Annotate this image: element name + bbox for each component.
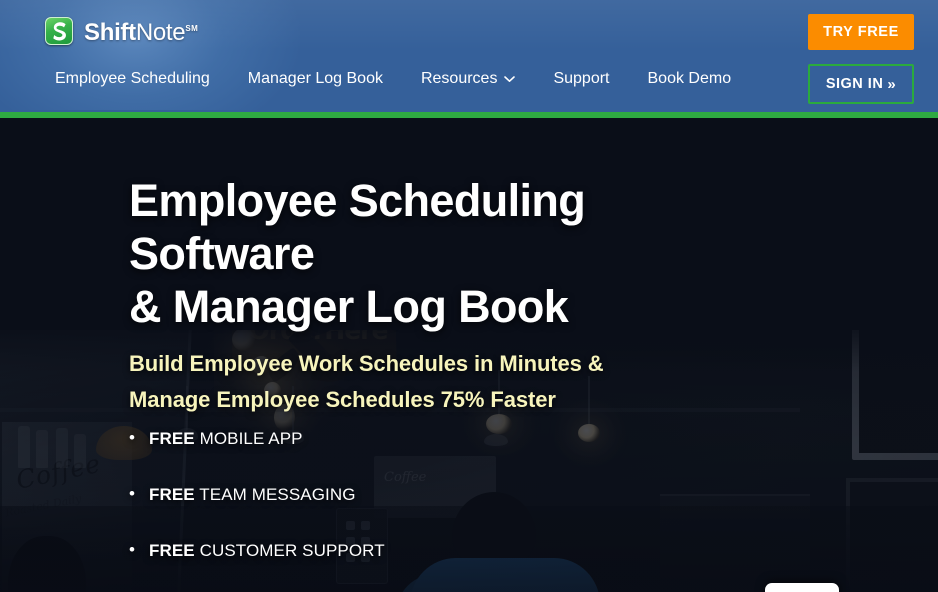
hero-feature-list: FREE MOBILE APP FREE TEAM MESSAGING FREE…	[129, 427, 689, 592]
nav-label: Book Demo	[647, 70, 732, 87]
headline-line-3: & Manager Log Book	[129, 281, 569, 332]
headline-line-1: Employee Scheduling	[129, 175, 586, 226]
try-free-button[interactable]: TRY FREE	[808, 14, 914, 50]
list-item: FREE MOBILE APP	[129, 427, 689, 450]
feature-emphasis: FREE	[149, 541, 195, 560]
nav-label: Manager Log Book	[247, 70, 383, 87]
nav-label: Employee Scheduling	[55, 70, 210, 87]
logo-word-shift: Shift	[84, 19, 136, 46]
hero-section: Coffee Roasted Daily OrderHere	[0, 118, 938, 592]
nav-item-employee-scheduling[interactable]: Employee Scheduling	[55, 69, 210, 89]
nav-item-book-demo[interactable]: Book Demo	[648, 69, 732, 89]
headline-line-2: Software	[129, 228, 315, 279]
feature-label: CUSTOMER SUPPORT	[194, 541, 385, 560]
shiftnote-s-logo-icon	[45, 17, 73, 45]
sign-in-label: SIGN IN	[825, 76, 884, 92]
feature-label: TEAM MESSAGING	[194, 485, 356, 504]
nav-item-manager-log-book[interactable]: Manager Log Book	[248, 69, 383, 89]
hero-copy: Employee Scheduling Software & Manager L…	[0, 118, 938, 592]
feature-label: MOBILE APP	[194, 429, 303, 448]
logo-word-note: Note	[135, 19, 186, 46]
feature-emphasis: FREE	[149, 485, 195, 504]
sign-in-button[interactable]: SIGN IN »	[808, 64, 914, 104]
nav-label: Support	[553, 70, 610, 87]
site-logo[interactable]: ShiftNoteSM	[45, 14, 198, 48]
header-accent-rule	[0, 112, 938, 118]
list-item: FREE TEAM MESSAGING	[129, 483, 689, 506]
logo-trademark: SM	[185, 24, 199, 33]
subhead-line-1: Build Employee Work Schedules in Minutes…	[129, 351, 604, 376]
nav-item-resources[interactable]: Resources	[420, 69, 516, 89]
hero-subheading: Build Employee Work Schedules in Minutes…	[129, 346, 789, 418]
logo-wordmark: ShiftNoteSM	[84, 15, 198, 47]
page-root: ShiftNoteSM Employee Scheduling Manager …	[0, 0, 938, 592]
site-header: ShiftNoteSM Employee Scheduling Manager …	[0, 0, 938, 112]
page-title: Employee Scheduling Software & Manager L…	[129, 174, 849, 333]
main-navigation: Employee Scheduling Manager Log Book Res…	[55, 69, 731, 89]
double-chevron-right-icon: »	[887, 75, 897, 93]
nav-item-support[interactable]: Support	[553, 69, 609, 89]
chevron-down-icon	[504, 69, 516, 89]
subhead-line-2: Manage Employee Schedules 75% Faster	[129, 387, 556, 412]
nav-label: Resources	[420, 70, 498, 87]
feature-emphasis: FREE	[149, 429, 195, 448]
list-item: FREE CUSTOMER SUPPORT	[129, 539, 689, 562]
